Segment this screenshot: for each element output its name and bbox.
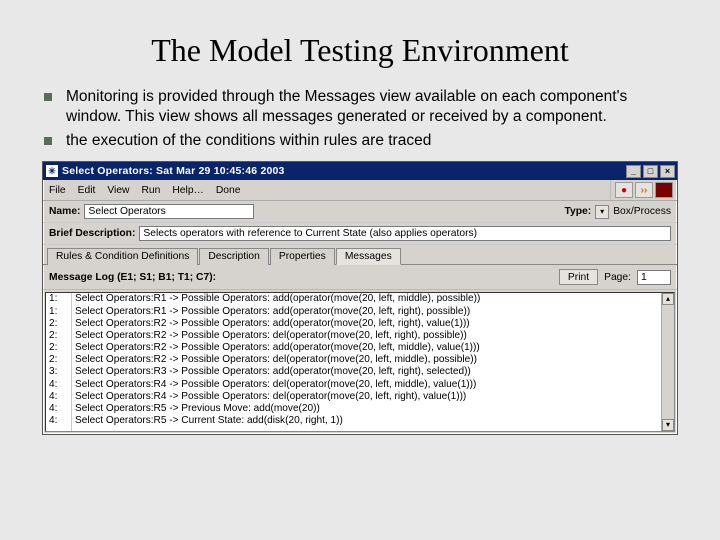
log-message-column: Select Operators:R1 -> Possible Operator… [72,293,661,431]
close-button[interactable]: × [660,165,675,178]
menu-done[interactable]: Done [216,185,241,196]
stop-icon[interactable]: ■ [655,182,673,198]
print-button[interactable]: Print [559,269,598,285]
app-window: ✳ Select Operators: Sat Mar 29 10:45:46 … [42,161,678,435]
log-idx: 4: [46,379,71,391]
scroll-up-icon[interactable]: ▴ [662,293,674,305]
maximize-button[interactable]: □ [643,165,658,178]
name-row: Name: Type: ▾ Box/Process [43,201,677,223]
name-input[interactable] [84,204,254,219]
log-idx: 2: [46,354,71,366]
log-idx: 3: [46,366,71,378]
name-label: Name: [49,206,80,217]
menu-edit[interactable]: Edit [78,185,96,196]
bullet-text: Monitoring is provided through the Messa… [66,87,678,128]
type-dropdown-icon[interactable]: ▾ [595,205,609,219]
log-line: Select Operators:R5 -> Previous Move: ad… [72,403,661,415]
log-line: Select Operators:R3 -> Possible Operator… [72,366,661,378]
tab-rules[interactable]: Rules & Condition Definitions [47,248,198,265]
window-title: Select Operators: Sat Mar 29 10:45:46 20… [62,165,624,177]
log-idx: 2: [46,330,71,342]
type-value: Box/Process [613,206,671,217]
log-idx: 4: [46,415,71,427]
bullet-text: the execution of the conditions within r… [66,131,678,151]
titlebar[interactable]: ✳ Select Operators: Sat Mar 29 10:45:46 … [43,162,677,180]
log-idx: 4: [46,391,71,403]
app-icon: ✳ [46,165,58,177]
tab-messages[interactable]: Messages [336,248,401,265]
menu-run[interactable]: Run [141,185,160,196]
log-line: Select Operators:R4 -> Possible Operator… [72,379,661,391]
log-idx: 1: [46,306,71,318]
log-line: Select Operators:R2 -> Possible Operator… [72,318,661,330]
log-toolbar: Message Log (E1; S1; B1; T1; C7): Print … [43,265,677,290]
log-line: Select Operators:R1 -> Possible Operator… [72,306,661,318]
menu-help[interactable]: Help… [172,185,203,196]
log-line: Select Operators:R2 -> Possible Operator… [72,342,661,354]
record-icon[interactable]: ● [615,182,633,198]
bullet-item: the execution of the conditions within r… [42,131,678,151]
brief-input[interactable] [139,226,671,241]
log-label: Message Log (E1; S1; B1; T1; C7): [49,272,553,283]
scroll-down-icon[interactable]: ▾ [662,419,674,431]
menu-file[interactable]: File [49,185,66,196]
bullet-marker-icon [44,93,52,101]
type-label: Type: [564,206,591,217]
menu-view[interactable]: View [107,185,129,196]
log-line: Select Operators:R4 -> Possible Operator… [72,391,661,403]
log-idx: 1: [46,293,71,305]
page-label: Page: [604,272,631,283]
message-log: 1: 1: 2: 2: 2: 2: 3: 4: 4: 4: 4: Select … [45,292,675,432]
log-line: Select Operators:R1 -> Possible Operator… [72,293,661,305]
bullet-marker-icon [44,137,52,145]
log-idx: 4: [46,403,71,415]
run-toolbar: ● ›› ■ [611,180,677,201]
tab-bar: Rules & Condition Definitions Descriptio… [43,245,677,265]
log-idx: 2: [46,342,71,354]
page-input[interactable] [637,270,671,285]
brief-label: Brief Description: [49,228,135,239]
bullet-item: Monitoring is provided through the Messa… [42,87,678,128]
log-index-column: 1: 1: 2: 2: 2: 2: 3: 4: 4: 4: 4: [46,293,72,431]
tab-properties[interactable]: Properties [270,248,335,265]
slide-title: The Model Testing Environment [40,32,680,69]
bullet-list: Monitoring is provided through the Messa… [42,87,678,151]
brief-row: Brief Description: [43,223,677,245]
log-line: Select Operators:R2 -> Possible Operator… [72,330,661,342]
tab-description[interactable]: Description [199,248,269,265]
log-line: Select Operators:R2 -> Possible Operator… [72,354,661,366]
log-line: Select Operators:R5 -> Current State: ad… [72,415,661,427]
log-idx: 2: [46,318,71,330]
fast-forward-icon[interactable]: ›› [635,182,653,198]
scrollbar[interactable]: ▴ ▾ [661,293,674,431]
minimize-button[interactable]: _ [626,165,641,178]
